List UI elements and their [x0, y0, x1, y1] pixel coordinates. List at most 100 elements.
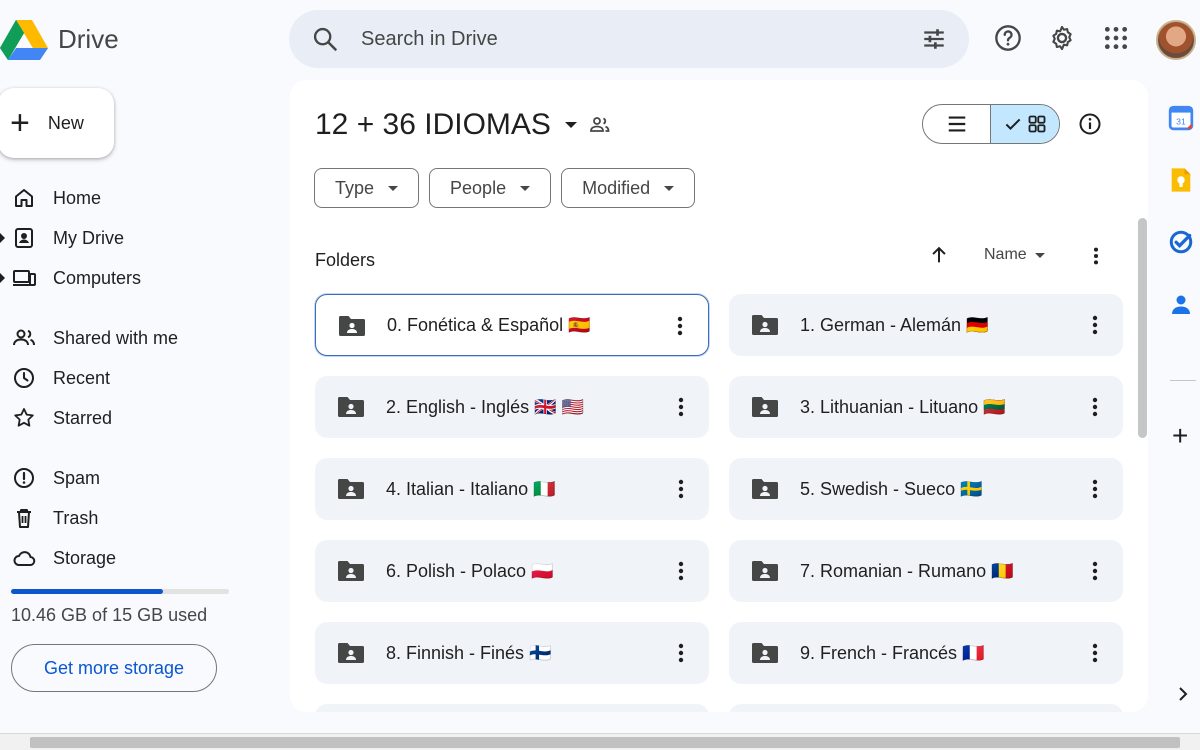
folder-name: 1. German - Alemán 🇩🇪 [800, 314, 989, 335]
help-button[interactable] [990, 20, 1026, 56]
view-toggle [922, 104, 1060, 144]
folder-card[interactable]: 3. Lithuanian - Lituano 🇱🇹 [729, 376, 1123, 438]
get-more-storage-button[interactable]: Get more storage [11, 644, 217, 692]
sidebar-item-starred[interactable]: Starred [0, 398, 250, 438]
shared-folder-icon [752, 315, 778, 335]
sidebar-item-spam[interactable]: Spam [0, 458, 250, 498]
more-vert-icon[interactable] [670, 314, 690, 338]
sort-by-dropdown[interactable]: Name [984, 246, 1045, 264]
folder-card-partial[interactable] [729, 704, 1123, 712]
shared-folder-icon [338, 479, 364, 499]
search-bar[interactable]: Search in Drive [289, 10, 969, 68]
shared-folder-icon [752, 397, 778, 417]
folder-title-dropdown[interactable]: 12 + 36 IDIOMAS [315, 108, 577, 142]
keep-app-button[interactable] [1162, 158, 1200, 202]
storage-usage-text: 10.46 GB of 15 GB used [11, 605, 208, 625]
expand-arrow-icon[interactable] [0, 273, 5, 283]
shared-folder-icon [752, 643, 778, 663]
sidebar-item-label: Home [53, 187, 102, 208]
grid-view-button[interactable] [990, 105, 1059, 143]
folder-name: 8. Finnish - Finés 🇫🇮 [386, 642, 552, 663]
contacts-app-button[interactable] [1162, 282, 1200, 326]
drive-brand[interactable]: Drive [0, 14, 119, 64]
spam-icon [14, 468, 34, 488]
svg-text:31: 31 [1176, 117, 1186, 127]
home-icon [15, 189, 33, 207]
search-input[interactable]: Search in Drive [361, 28, 921, 51]
folder-name: 6. Polish - Polaco 🇵🇱 [386, 560, 554, 581]
list-view-icon [948, 116, 965, 132]
apps-button[interactable] [1098, 20, 1134, 56]
vertical-scrollbar[interactable] [1138, 218, 1147, 438]
sidebar-item-storage[interactable]: Storage [0, 538, 250, 578]
folder-card[interactable]: 5. Swedish - Sueco 🇸🇪 [729, 458, 1123, 520]
list-view-button[interactable] [923, 105, 990, 143]
filter-type-chip[interactable]: Type [314, 168, 420, 208]
folder-name: 5. Swedish - Sueco 🇸🇪 [800, 478, 983, 499]
folder-card[interactable]: 2. English - Inglés 🇬🇧 🇺🇸 [315, 376, 709, 438]
folder-card[interactable]: 0. Fonética & Español 🇪🇸 [315, 294, 709, 356]
folder-name: 9. French - Francés 🇫🇷 [800, 642, 985, 663]
folder-card[interactable]: 7. Romanian - Rumano 🇷🇴 [729, 540, 1123, 602]
sidebar-item-label: Recent [53, 367, 111, 388]
cloud-icon [13, 551, 36, 566]
plus-icon: + [10, 104, 30, 142]
horizontal-scrollbar[interactable] [0, 733, 1200, 750]
clock-icon [14, 368, 34, 388]
new-button[interactable]: + New [0, 88, 114, 158]
more-vert-icon[interactable] [1085, 559, 1105, 583]
filter-modified-chip[interactable]: Modified [561, 168, 696, 208]
more-vert-icon[interactable] [671, 641, 691, 665]
more-vert-icon[interactable] [1085, 395, 1105, 419]
shared-people-icon[interactable] [588, 113, 612, 137]
info-icon[interactable] [1078, 112, 1102, 136]
main-panel: 12 + 36 IDIOMAS Type People Modified Fol… [290, 80, 1148, 712]
folder-name: 0. Fonética & Español 🇪🇸 [387, 314, 591, 335]
keep-icon [1171, 168, 1191, 192]
settings-button[interactable] [1044, 20, 1080, 56]
more-vert-icon[interactable] [1086, 245, 1106, 267]
more-vert-icon[interactable] [671, 559, 691, 583]
sidebar-item-label: Shared with me [53, 327, 179, 348]
brand-name: Drive [58, 23, 119, 54]
tasks-icon [1169, 230, 1193, 254]
avatar[interactable] [1156, 20, 1196, 60]
expand-arrow-icon[interactable] [0, 233, 5, 243]
folder-card[interactable]: 1. German - Alemán 🇩🇪 [729, 294, 1123, 356]
calendar-app-button[interactable]: 31 [1162, 96, 1200, 140]
folder-name: 2. English - Inglés 🇬🇧 🇺🇸 [386, 396, 584, 417]
side-panel-apps: 31 [1162, 96, 1200, 344]
folder-card[interactable]: 8. Finnish - Finés 🇫🇮 [315, 622, 709, 684]
sidebar-item-computers[interactable]: Computers [0, 258, 250, 298]
search-icon[interactable] [311, 25, 339, 53]
add-addon-button[interactable]: + [1172, 420, 1188, 452]
horizontal-scrollbar-thumb[interactable] [30, 737, 1180, 748]
more-vert-icon[interactable] [671, 395, 691, 419]
search-options-icon[interactable] [921, 26, 947, 52]
folder-card[interactable]: 9. French - Francés 🇫🇷 [729, 622, 1123, 684]
folder-card[interactable]: 6. Polish - Polaco 🇵🇱 [315, 540, 709, 602]
sidebar-item-shared-with-me[interactable]: Shared with me [0, 318, 250, 358]
folder-card-partial[interactable] [315, 704, 709, 712]
sidebar-item-my-drive[interactable]: My Drive [0, 218, 250, 258]
more-vert-icon[interactable] [1085, 641, 1105, 665]
sort-direction-icon[interactable] [928, 244, 950, 266]
more-vert-icon[interactable] [1085, 477, 1105, 501]
more-vert-icon[interactable] [1085, 313, 1105, 337]
filter-people-chip[interactable]: People [429, 168, 552, 208]
sidebar-item-home[interactable]: Home [0, 178, 250, 218]
sidebar-nav: Home My Drive Computers Shared with me R… [0, 178, 250, 578]
tasks-app-button[interactable] [1162, 220, 1200, 264]
more-vert-icon[interactable] [671, 477, 691, 501]
page-title: 12 + 36 IDIOMAS [315, 108, 551, 141]
folder-grid: 0. Fonética & Español 🇪🇸 1. German - Alem… [315, 294, 1123, 684]
trash-icon [17, 509, 31, 528]
sidebar-item-trash[interactable]: Trash [0, 498, 250, 538]
sidebar-item-recent[interactable]: Recent [0, 358, 250, 398]
calendar-icon: 31 [1168, 105, 1194, 131]
folder-card[interactable]: 4. Italian - Italiano 🇮🇹 [315, 458, 709, 520]
star-icon [14, 408, 34, 427]
storage-progress-bar [11, 589, 229, 594]
chevron-right-icon[interactable] [1176, 684, 1190, 704]
apps-grid-icon [1104, 26, 1128, 50]
